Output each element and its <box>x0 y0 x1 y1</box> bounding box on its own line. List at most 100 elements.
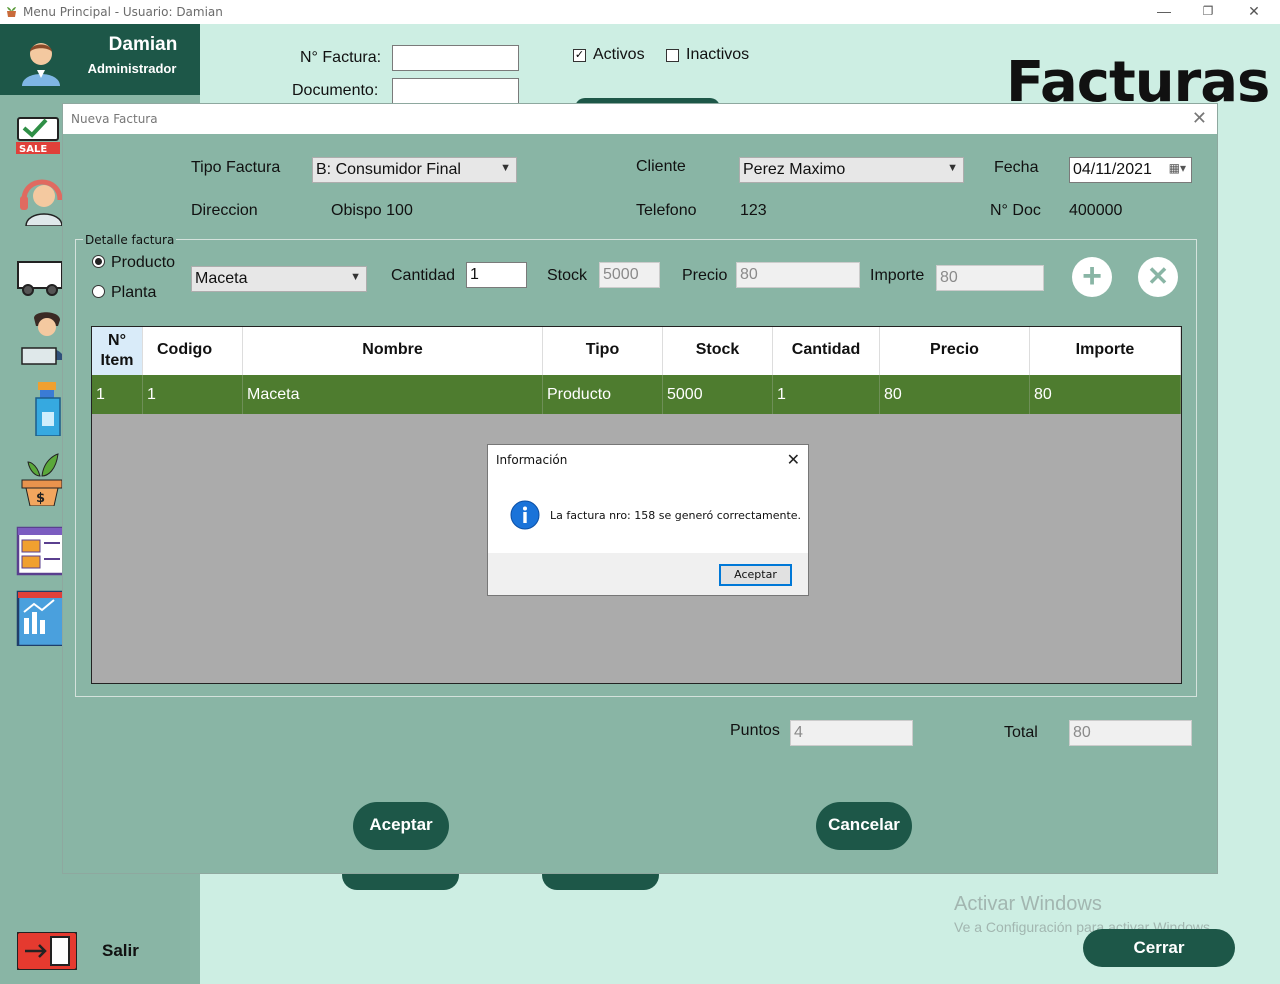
inactivos-checkbox[interactable] <box>666 49 679 62</box>
plant-pot-app-icon <box>7 7 16 17</box>
user-name: Damian <box>108 34 178 55</box>
info-icon <box>510 500 540 530</box>
spray-bottle-icon[interactable] <box>16 380 64 436</box>
activation-watermark-title: Activar Windows <box>954 893 1102 915</box>
chevron-down-icon: ▼ <box>350 271 361 283</box>
col-header-cantidad[interactable]: Cantidad <box>773 327 880 375</box>
sale-tag-icon[interactable]: SALE <box>16 98 64 154</box>
minimize-button[interactable]: — <box>1142 0 1186 24</box>
planta-radio[interactable] <box>92 285 105 298</box>
stock-label: Stock <box>547 267 588 284</box>
ndoc-value: 400000 <box>1069 202 1123 219</box>
col-header-item[interactable]: N° Item <box>92 327 143 375</box>
activos-label: Activos <box>593 46 645 63</box>
telefono-value: 123 <box>740 202 767 219</box>
total-label: Total <box>1004 724 1038 741</box>
invoice-number-label: N° Factura: <box>300 49 382 66</box>
ndoc-label: N° Doc <box>990 202 1041 219</box>
puntos-label: Puntos <box>730 722 780 739</box>
inactivos-label: Inactivos <box>686 46 750 63</box>
precio-input: 80 <box>736 262 860 288</box>
cell-stock[interactable]: 5000 <box>663 375 773 414</box>
cancelar-button[interactable]: Cancelar <box>816 802 912 850</box>
cantidad-label: Cantidad <box>391 267 456 284</box>
calendar-icon[interactable]: ▦▾ <box>1169 161 1186 175</box>
window-title: Menu Principal - Usuario: Damian <box>23 5 223 19</box>
invoice-number-input[interactable] <box>392 45 519 71</box>
tipo-factura-label: Tipo Factura <box>191 159 281 176</box>
direccion-value: Obispo 100 <box>331 202 413 219</box>
plant-pot-money-icon[interactable]: $ <box>16 450 64 506</box>
col-header-tipo[interactable]: Tipo <box>543 327 663 375</box>
cell-precio[interactable]: 80 <box>880 375 1030 414</box>
cliente-select[interactable]: Perez Maximo ▼ <box>739 157 964 183</box>
col-header-codigo[interactable]: Codigo <box>143 327 243 375</box>
cell-item[interactable]: 1 <box>92 375 143 414</box>
analytics-chart-icon[interactable] <box>16 590 64 646</box>
cerrar-button[interactable]: Cerrar <box>1083 929 1235 967</box>
activos-checkbox[interactable]: ✓ <box>573 49 586 62</box>
cell-tipo[interactable]: Producto <box>543 375 663 414</box>
cliente-label: Cliente <box>636 158 686 175</box>
aceptar-button[interactable]: Aceptar <box>353 802 449 850</box>
dashboard-report-icon[interactable] <box>16 522 64 578</box>
main-titlebar: Menu Principal - Usuario: Damian — ❐ ✕ <box>0 0 1280 24</box>
col-header-precio[interactable]: Precio <box>880 327 1030 375</box>
messagebox-text: La factura nro: 158 se generó correctame… <box>550 509 802 522</box>
cell-codigo[interactable]: 1 <box>143 375 243 414</box>
total-input: 80 <box>1069 720 1192 746</box>
add-item-button[interactable]: + <box>1072 257 1112 297</box>
producto-radio[interactable] <box>92 255 105 268</box>
chevron-down-icon: ▼ <box>500 162 511 174</box>
support-agent-icon[interactable] <box>16 170 64 226</box>
precio-label: Precio <box>682 267 728 284</box>
col-header-importe[interactable]: Importe <box>1030 327 1181 375</box>
fecha-value: 04/11/2021 <box>1073 161 1152 178</box>
svg-text:SALE: SALE <box>19 144 47 154</box>
detail-group-title: Detalle factura <box>83 233 177 247</box>
messagebox-ok-button[interactable]: Aceptar <box>719 564 792 586</box>
direccion-label: Direccion <box>191 202 258 219</box>
dialog-titlebar: Nueva Factura ✕ <box>63 104 1217 134</box>
dialog-close-button[interactable]: ✕ <box>1192 108 1207 129</box>
messagebox-body: Información ✕ La factura nro: 158 se gen… <box>488 445 808 553</box>
restore-button[interactable]: ❐ <box>1186 0 1230 24</box>
producto-radio-label[interactable]: Producto <box>111 254 175 272</box>
planta-radio-label[interactable]: Planta <box>111 284 156 302</box>
fecha-label: Fecha <box>994 159 1039 176</box>
document-label: Documento: <box>292 82 379 99</box>
producto-value: Maceta <box>195 270 248 287</box>
employee-laptop-icon[interactable] <box>16 310 64 366</box>
user-panel: Damian Administrador <box>0 24 200 95</box>
cantidad-input[interactable]: 1 <box>466 262 527 288</box>
close-button[interactable]: ✕ <box>1232 0 1276 24</box>
puntos-input: 4 <box>790 720 913 746</box>
chevron-down-icon: ▼ <box>947 162 958 174</box>
cell-nombre[interactable]: Maceta <box>243 375 543 414</box>
cell-cantidad[interactable]: 1 <box>773 375 880 414</box>
user-avatar-icon <box>22 43 60 86</box>
svg-text:$: $ <box>36 491 45 506</box>
cell-importe[interactable]: 80 <box>1030 375 1181 414</box>
importe-label: Importe <box>870 267 925 284</box>
fecha-date-picker[interactable]: 04/11/2021 ▦▾ <box>1069 157 1192 183</box>
tipo-factura-select[interactable]: B: Consumidor Final ▼ <box>312 157 517 183</box>
stock-input: 5000 <box>599 262 660 288</box>
exit-label[interactable]: Salir <box>102 941 139 961</box>
col-header-nombre[interactable]: Nombre <box>243 327 543 375</box>
producto-select[interactable]: Maceta ▼ <box>191 266 367 292</box>
remove-item-button[interactable]: ✕ <box>1138 257 1178 297</box>
messagebox-title: Información <box>496 453 568 467</box>
cliente-value: Perez Maximo <box>743 161 846 178</box>
importe-input: 80 <box>936 265 1044 291</box>
user-role: Administrador <box>87 61 177 76</box>
dialog-title: Nueva Factura <box>71 112 158 126</box>
document-input[interactable] <box>392 78 519 104</box>
telefono-label: Telefono <box>636 202 697 219</box>
col-header-stock[interactable]: Stock <box>663 327 773 375</box>
tipo-factura-value: B: Consumidor Final <box>316 161 461 178</box>
exit-door-icon[interactable] <box>17 932 77 970</box>
messagebox-close-button[interactable]: ✕ <box>787 450 800 470</box>
info-messagebox: Información ✕ La factura nro: 158 se gen… <box>487 444 809 596</box>
delivery-truck-icon[interactable] <box>16 246 64 302</box>
